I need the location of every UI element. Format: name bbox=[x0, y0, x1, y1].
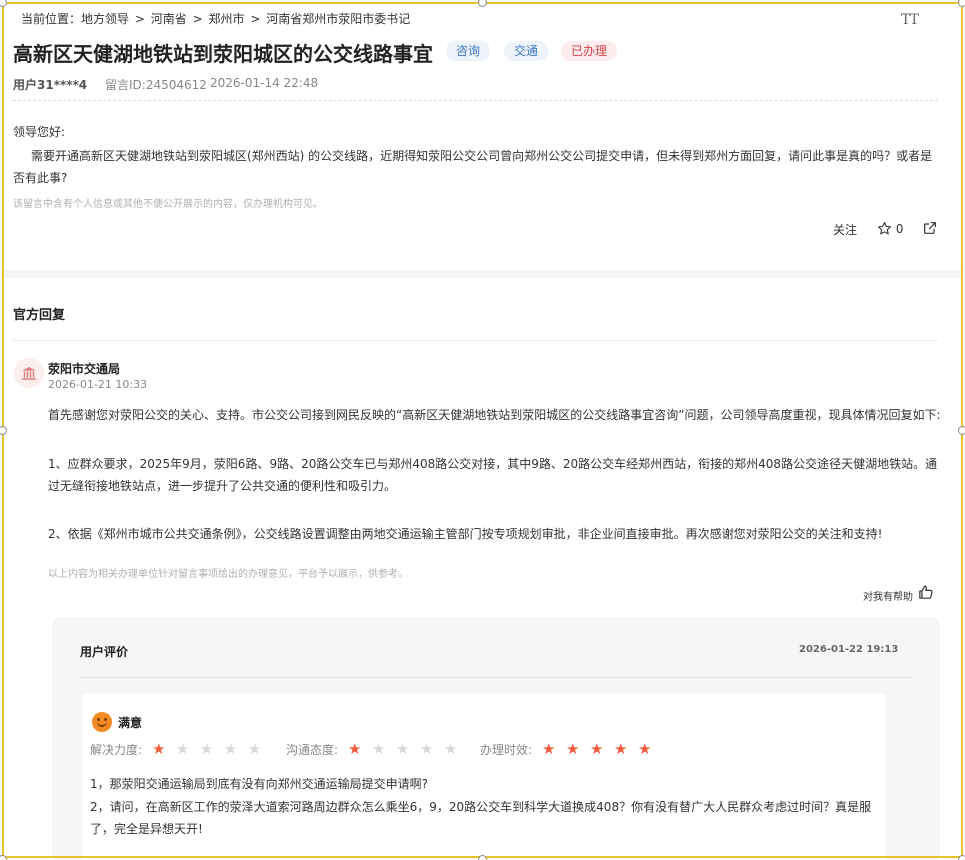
star-filled-icon: ★ bbox=[614, 740, 628, 758]
reply-dept-name: 荥阳市交通局 bbox=[48, 362, 121, 376]
rating-label: 解决力度: bbox=[90, 742, 143, 757]
privacy-note: 该留言中含有个人信息或其他不便公开展示的内容，仅办理机构可见。 bbox=[13, 199, 323, 210]
post-time: 2026-01-14 22:48 bbox=[210, 76, 319, 90]
star-filled-icon: ★ bbox=[566, 740, 580, 758]
breadcrumb: 当前位置：地方领导 > 河南省 > 郑州市 > 河南省郑州市荥阳市委书记 bbox=[21, 10, 412, 27]
share-icon bbox=[924, 222, 936, 234]
star-rating: ★ ★ ★ ★ ★ bbox=[348, 740, 468, 758]
breadcrumb-province[interactable]: 河南省 bbox=[151, 12, 187, 26]
share-button[interactable] bbox=[922, 220, 938, 239]
star-filled-icon: ★ bbox=[638, 740, 652, 758]
breadcrumb-separator: > bbox=[250, 12, 261, 26]
reply-time: 2026-01-21 10:33 bbox=[48, 378, 148, 391]
rating-label: 办理时效: bbox=[480, 742, 533, 757]
star-empty-icon: ★ bbox=[420, 740, 434, 758]
rating-communication: 沟通态度: ★ ★ ★ ★ ★ bbox=[286, 740, 468, 758]
follow-button[interactable]: 关注 bbox=[833, 221, 857, 238]
smile-face-icon bbox=[92, 712, 112, 732]
star-filled-icon: ★ bbox=[152, 740, 166, 758]
divider bbox=[80, 677, 912, 678]
font-size-icon[interactable]: TT bbox=[901, 12, 919, 28]
post-greeting: 领导您好: bbox=[13, 125, 66, 139]
evaluation-body: 满意 解决力度: ★ ★ ★ ★ ★ 沟通态度: ★ ★ ★ ★ ★ 办理时效: ★ ★ ★ ★ ★ 1… bbox=[82, 694, 886, 860]
star-empty-icon: ★ bbox=[176, 740, 190, 758]
tag-traffic: 交通 bbox=[504, 41, 549, 61]
resize-handle-top-right[interactable] bbox=[958, 0, 965, 7]
star-rating: ★ ★ ★ ★ ★ bbox=[542, 740, 662, 758]
star-empty-icon: ★ bbox=[248, 740, 262, 758]
post-id: 留言ID:24504612 bbox=[105, 78, 207, 92]
star-empty-icon: ★ bbox=[224, 740, 238, 758]
star-button[interactable]: 0 bbox=[877, 221, 903, 236]
breadcrumb-city[interactable]: 郑州市 bbox=[208, 12, 244, 26]
thumbs-up-icon[interactable] bbox=[917, 584, 934, 605]
breadcrumb-separator: > bbox=[134, 12, 145, 26]
resize-handle-bottom-right[interactable] bbox=[958, 855, 965, 860]
rating-label: 沟通态度: bbox=[286, 742, 339, 757]
divider bbox=[13, 100, 938, 101]
star-filled-icon: ★ bbox=[542, 740, 556, 758]
resize-handle-bottom-left[interactable] bbox=[0, 855, 7, 860]
star-empty-icon: ★ bbox=[444, 740, 458, 758]
post-user: 用户31****4 bbox=[13, 78, 88, 92]
section-gap bbox=[4, 270, 961, 278]
status-badge: 已办理 bbox=[561, 41, 618, 61]
user-evaluation-card: 用户评价 2026-01-22 19:13 满意 解决力度: ★ ★ ★ ★ ★ 沟通态… bbox=[52, 617, 940, 860]
reply-paragraph: 首先感谢您对荥阳公交的关心、支持。市公交公司接到网民反映的“高新区天健湖地铁站到… bbox=[48, 408, 941, 422]
reply-paragraph: 2、依据《郑州市城市公共交通条例》，公交线路设置调整由两地交通运输主管部门按专项… bbox=[48, 527, 883, 541]
star-empty-icon: ★ bbox=[200, 740, 214, 758]
breadcrumb-prefix[interactable]: 当前位置：地方领导 bbox=[21, 12, 129, 26]
star-outline-icon bbox=[878, 222, 891, 235]
reply-paragraph: 1、应群众要求，2025年9月，荥阳6路、9路、20路公交车已与郑州408路公交… bbox=[48, 457, 938, 493]
rating-resolution: 解决力度: ★ ★ ★ ★ ★ bbox=[90, 740, 272, 758]
evaluation-heading: 用户评价 bbox=[80, 645, 129, 659]
breadcrumb-separator: > bbox=[192, 12, 203, 26]
star-filled-icon: ★ bbox=[590, 740, 604, 758]
breadcrumb-leader[interactable]: 河南省郑州市荥阳市委书记 bbox=[266, 12, 410, 26]
government-building-icon bbox=[14, 358, 44, 388]
star-empty-icon: ★ bbox=[372, 740, 386, 758]
resize-handle-right[interactable] bbox=[958, 426, 965, 435]
resize-handle-bottom[interactable] bbox=[478, 855, 487, 860]
star-filled-icon: ★ bbox=[348, 740, 362, 758]
tag-consult: 咨询 bbox=[446, 41, 491, 61]
evaluation-comment: 1，那荥阳交通运输局到底有没有向郑州交通运输局提交申请啊? bbox=[90, 777, 429, 791]
rating-timeliness: 办理时效: ★ ★ ★ ★ ★ bbox=[480, 740, 662, 758]
helpful-button[interactable]: 对我有帮助 bbox=[863, 588, 913, 603]
post-body: 需要开通高新区天健湖地铁站到荥阳城区(郑州西站) 的公交线路，近期得知荥阳公交公… bbox=[13, 149, 933, 185]
evaluation-time: 2026-01-22 19:13 bbox=[799, 644, 899, 655]
evaluation-comment: 2，请问，在高新区工作的荥泽大道索河路周边群众怎么乘坐6，9，20路公交车到科学… bbox=[90, 800, 872, 836]
message-section: 当前位置：地方领导 > 河南省 > 郑州市 > 河南省郑州市荥阳市委书记 TT … bbox=[4, 4, 961, 270]
star-rating: ★ ★ ★ ★ ★ bbox=[152, 740, 272, 758]
official-reply-heading: 官方回复 bbox=[13, 308, 66, 323]
satisfaction-label: 满意 bbox=[118, 716, 143, 730]
reply-section: 官方回复 荥阳市交通局 2026-01-21 10:33 首先感谢您对荥阳公交的… bbox=[4, 278, 961, 860]
star-count: 0 bbox=[895, 222, 904, 236]
star-empty-icon: ★ bbox=[396, 740, 410, 758]
divider bbox=[13, 340, 938, 341]
reply-disclaimer: 以上内容为相关办理单位针对留言事项给出的办理意见，平台予以展示，供参考。 bbox=[48, 569, 408, 580]
page-title: 高新区天健湖地铁站到荥阳城区的公交线路事宜 bbox=[13, 42, 433, 66]
